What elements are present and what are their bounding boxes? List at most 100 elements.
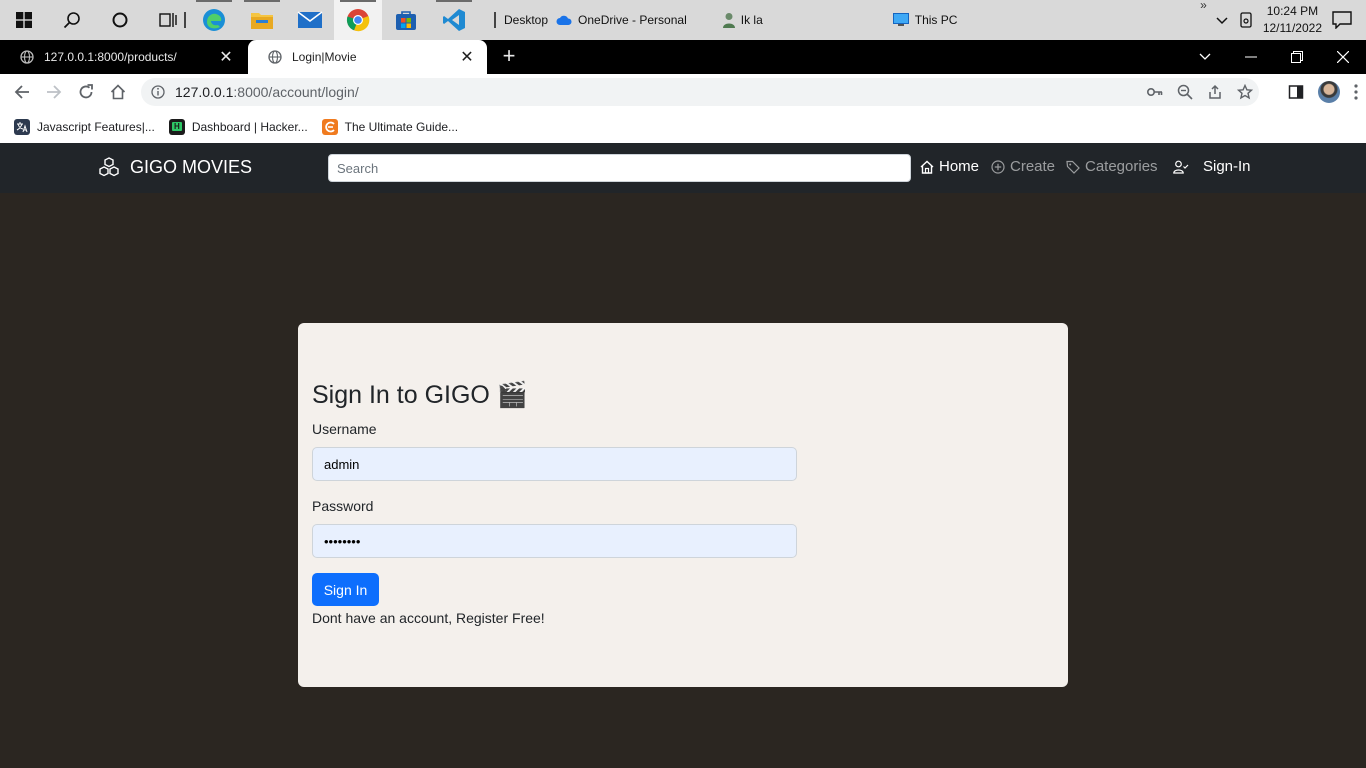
onedrive-cloud-icon <box>556 15 572 25</box>
edge-icon <box>203 9 225 31</box>
bookmark-guide-icon <box>321 118 338 135</box>
taskbar-mail[interactable] <box>286 0 334 40</box>
home-icon <box>110 84 126 100</box>
minimize-button[interactable] <box>1228 40 1274 74</box>
computer-icon <box>892 13 909 26</box>
taskbar-chrome[interactable] <box>334 0 382 40</box>
chevron-down-icon[interactable] <box>1215 13 1229 27</box>
mail-icon <box>297 11 323 28</box>
tab-title: Login|Movie <box>292 50 357 64</box>
nav-home[interactable]: Home <box>920 158 979 175</box>
login-card: Sign In to GIGO 🎬 Username Password Sign… <box>298 323 1068 687</box>
desktop-toolbar[interactable]: Desktop <box>504 13 548 27</box>
taskbar-divider <box>494 12 496 28</box>
windows-logo-icon <box>16 12 32 28</box>
tab-search-button[interactable] <box>1182 40 1228 74</box>
toolbar-overflow-chevron[interactable]: » <box>1200 0 1207 12</box>
vscode-icon <box>443 9 465 31</box>
taskbar-edge[interactable] <box>190 0 238 40</box>
tab-login[interactable]: Login|Movie ✕ <box>248 40 487 74</box>
globe-icon <box>268 50 282 64</box>
chevron-down-icon <box>1199 53 1211 60</box>
bookmark-ultimate-guide[interactable]: The Ultimate Guide... <box>321 118 459 135</box>
plus-circle-icon <box>991 159 1005 174</box>
nav-create[interactable]: Create <box>991 158 1055 175</box>
thispc-label: This PC <box>914 13 958 27</box>
site-brand[interactable]: GIGO MOVIES <box>98 156 252 178</box>
onedrive-label: OneDrive - Personal <box>578 13 687 27</box>
display-icon[interactable] <box>1239 12 1253 28</box>
clock[interactable]: 10:24 PM 12/11/2022 <box>1263 3 1322 37</box>
zoom-out-icon[interactable] <box>1177 84 1193 100</box>
restore-button[interactable] <box>1274 40 1320 74</box>
folder-icon <box>251 13 273 29</box>
clock-time: 10:24 PM <box>1266 4 1319 18</box>
kebab-menu-icon[interactable] <box>1354 84 1358 100</box>
forward-button[interactable] <box>38 76 70 108</box>
task-view-button[interactable] <box>144 0 192 40</box>
bookmark-label: The Ultimate Guide... <box>344 119 459 134</box>
taskbar-store[interactable] <box>382 0 430 40</box>
key-icon[interactable] <box>1147 87 1163 97</box>
close-icon <box>1337 51 1349 63</box>
address-bar[interactable]: 127.0.0.1:8000/account/login/ <box>141 78 1259 106</box>
windows-taskbar: Desktop OneDrive - Personal Ik la This P… <box>0 0 1366 40</box>
user-icon <box>722 13 735 28</box>
hackerrank-badge: H <box>171 122 182 131</box>
bookmark-label: Javascript Features|... <box>37 119 155 134</box>
share-icon[interactable] <box>1207 84 1223 100</box>
nav-categories[interactable]: Categories <box>1066 158 1158 175</box>
onedrive-toolbar[interactable]: OneDrive - Personal <box>556 13 687 27</box>
star-icon[interactable] <box>1237 84 1253 100</box>
sign-in-button[interactable]: Sign In <box>312 573 379 606</box>
taskbar-vscode[interactable] <box>430 0 478 40</box>
bookmark-javascript-features[interactable]: Javascript Features|... <box>14 118 155 135</box>
info-icon[interactable] <box>151 85 165 99</box>
boxes-logo-icon <box>99 157 119 177</box>
search-button[interactable] <box>48 0 96 40</box>
nav-create-label: Create <box>1010 158 1056 175</box>
home-button[interactable] <box>102 76 134 108</box>
restore-icon <box>1291 51 1303 63</box>
chrome-icon <box>346 9 370 32</box>
register-prompt: Dont have an account, Register Free! <box>312 610 545 626</box>
tab-products[interactable]: 127.0.0.1:8000/products/ ✕ <box>0 40 246 74</box>
new-tab-button[interactable]: + <box>498 45 520 68</box>
cortana-button[interactable] <box>96 0 144 40</box>
tab-title: 127.0.0.1:8000/products/ <box>44 50 177 64</box>
profile-avatar[interactable] <box>1318 81 1340 103</box>
minimize-icon <box>1245 56 1257 58</box>
bookmark-hackerrank-icon: H <box>168 118 185 135</box>
tab-close-icon[interactable]: ✕ <box>459 47 475 67</box>
person-check-icon <box>1173 160 1189 174</box>
taskbar-file-explorer[interactable] <box>238 0 286 40</box>
nav-signin[interactable]: Sign-In <box>1173 158 1251 175</box>
login-title: Sign In to GIGO 🎬 <box>312 381 528 409</box>
house-icon <box>920 160 934 174</box>
url-host: 127.0.0.1 <box>175 84 234 100</box>
password-label: Password <box>312 498 374 514</box>
username-input[interactable] <box>312 447 797 481</box>
tag-icon <box>1066 160 1080 174</box>
tab-close-icon[interactable]: ✕ <box>218 47 234 67</box>
side-panel-icon[interactable] <box>1288 84 1304 100</box>
user-label: Ik la <box>740 13 763 27</box>
close-window-button[interactable] <box>1320 40 1366 74</box>
reload-button[interactable] <box>70 76 102 108</box>
password-input[interactable] <box>312 524 797 558</box>
register-link[interactable]: Register Free! <box>456 610 545 626</box>
nav-signin-label: Sign-In <box>1203 158 1251 175</box>
brand-name: GIGO MOVIES <box>130 156 253 177</box>
search-icon <box>63 12 80 29</box>
site-navbar: GIGO MOVIES Home Create Categories Sign-… <box>0 143 1366 193</box>
globe-icon <box>20 50 34 64</box>
site-search-input[interactable] <box>328 154 911 182</box>
bookmark-hackerrank[interactable]: H Dashboard | Hacker... <box>168 118 308 135</box>
start-button[interactable] <box>0 0 48 40</box>
back-button[interactable] <box>6 76 38 108</box>
notification-icon[interactable] <box>1332 11 1352 29</box>
user-toolbar[interactable]: Ik la <box>722 12 763 28</box>
thispc-toolbar[interactable]: This PC <box>892 13 958 27</box>
clock-date: 12/11/2022 <box>1262 21 1322 35</box>
arrow-right-icon <box>47 85 62 99</box>
